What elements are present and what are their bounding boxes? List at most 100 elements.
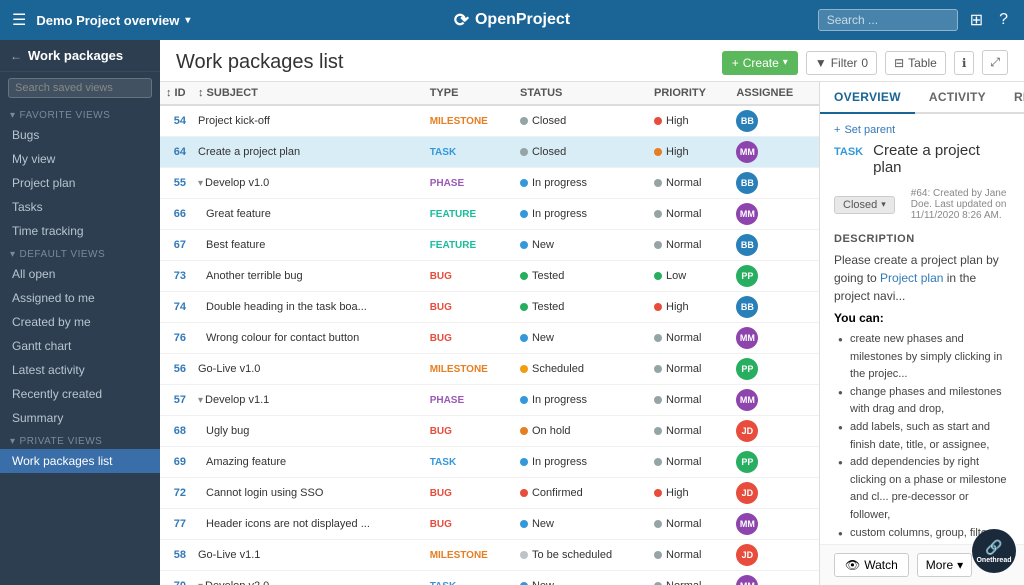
table-button[interactable]: ⊟ Table [885, 51, 946, 75]
table-row[interactable]: 58 Go-Live v1.1 MILESTONE To be schedule… [160, 540, 819, 571]
default-views-section[interactable]: ▾ Default views [0, 243, 160, 262]
row-id[interactable]: 70 [160, 571, 192, 585]
table-row[interactable]: 55 ▾Develop v1.0 PHASE In progress Norma… [160, 168, 819, 199]
sidebar-item-assigned-to-me[interactable]: Assigned to me [0, 286, 160, 310]
openproject-logo: ⟳ OpenProject [454, 10, 570, 31]
sidebar-back-button[interactable]: ← Work packages [0, 40, 160, 72]
row-id[interactable]: 69 [160, 447, 192, 478]
row-id[interactable]: 76 [160, 323, 192, 354]
detail-content: Set parent TASK Create a project plan Cl… [820, 114, 1024, 585]
apps-icon[interactable]: ⊞ [966, 8, 987, 32]
row-id[interactable]: 58 [160, 540, 192, 571]
sidebar-item-all-open[interactable]: All open [0, 262, 160, 286]
set-parent-button[interactable]: Set parent [834, 124, 1010, 136]
status-tag[interactable]: Closed ▾ [834, 196, 895, 214]
col-header-id[interactable]: ↕ ID [160, 82, 192, 105]
sidebar-item-my-view[interactable]: My view [0, 147, 160, 171]
more-button[interactable]: More ▾ [917, 553, 972, 577]
sidebar-item-summary[interactable]: Summary [0, 406, 160, 430]
sort-icon: ↕ [166, 87, 172, 99]
table-row[interactable]: 66 Great feature FEATURE In progress Nor… [160, 199, 819, 230]
col-header-type[interactable]: TYPE [424, 82, 514, 105]
filter-icon: ▼ [815, 56, 827, 70]
row-id[interactable]: 73 [160, 261, 192, 292]
table-row[interactable]: 68 Ugly bug BUG On hold Normal JD [160, 416, 819, 447]
expand-button[interactable]: ⤢ [982, 50, 1008, 75]
collapse-icon[interactable]: ▾ [198, 395, 203, 406]
col-header-assignee[interactable]: ASSIGNEE [730, 82, 819, 105]
row-subject: Amazing feature [192, 447, 424, 478]
sidebar-item-created-by-me[interactable]: Created by me [0, 310, 160, 334]
filter-button[interactable]: ▼ Filter 0 [806, 51, 877, 75]
row-priority: High [648, 137, 730, 168]
row-id[interactable]: 67 [160, 230, 192, 261]
global-search-input[interactable] [818, 9, 958, 31]
sidebar-item-work-packages-list[interactable]: Work packages list [0, 449, 160, 473]
sidebar-item-gantt-chart[interactable]: Gantt chart [0, 334, 160, 358]
table-row[interactable]: 64 Create a project plan TASK Closed Hig… [160, 137, 819, 168]
private-views-section[interactable]: ▾ Private views [0, 430, 160, 449]
tab-activity[interactable]: ACTIVITY [915, 82, 1000, 114]
row-id[interactable]: 77 [160, 509, 192, 540]
col-header-subject[interactable]: ↕ SUBJECT [192, 82, 424, 105]
sidebar-item-time-tracking[interactable]: Time tracking [0, 219, 160, 243]
table-row[interactable]: 67 Best feature FEATURE New Normal BB [160, 230, 819, 261]
row-id[interactable]: 54 [160, 105, 192, 137]
table-row[interactable]: 77 Header icons are not displayed ... BU… [160, 509, 819, 540]
table-row[interactable]: 69 Amazing feature TASK In progress Norm… [160, 447, 819, 478]
table-row[interactable]: 70 ▾Develop v2.0 TASK New Normal MM [160, 571, 819, 585]
sidebar-item-project-plan[interactable]: Project plan [0, 171, 160, 195]
table-row[interactable]: 54 Project kick-off MILESTONE Closed Hig… [160, 105, 819, 137]
plus-icon: + [732, 56, 739, 70]
row-id[interactable]: 72 [160, 478, 192, 509]
row-id[interactable]: 66 [160, 199, 192, 230]
eye-icon: 👁 [845, 558, 860, 572]
project-plan-link[interactable]: Project plan [880, 271, 943, 285]
row-type: BUG [424, 478, 514, 509]
info-button[interactable]: ℹ [954, 51, 975, 75]
table-row[interactable]: 74 Double heading in the task boa... BUG… [160, 292, 819, 323]
collapse-icon[interactable]: ▾ [198, 581, 203, 585]
row-id[interactable]: 57 [160, 385, 192, 416]
row-type: BUG [424, 323, 514, 354]
row-priority: Normal [648, 416, 730, 447]
create-button[interactable]: + Create ▾ [722, 51, 798, 75]
table-row[interactable]: 72 Cannot login using SSO BUG Confirmed … [160, 478, 819, 509]
row-type: FEATURE [424, 199, 514, 230]
row-status: Scheduled [514, 354, 648, 385]
help-icon[interactable]: ? [995, 9, 1012, 31]
row-subject: Another terrible bug [192, 261, 424, 292]
row-id[interactable]: 55 [160, 168, 192, 199]
sidebar-item-bugs[interactable]: Bugs [0, 123, 160, 147]
row-subject: Go-Live v1.0 [192, 354, 424, 385]
table-row[interactable]: 56 Go-Live v1.0 MILESTONE Scheduled Norm… [160, 354, 819, 385]
watch-button[interactable]: 👁 Watch [834, 553, 909, 577]
row-id[interactable]: 74 [160, 292, 192, 323]
row-assignee: MM [730, 571, 819, 585]
project-title[interactable]: Demo Project overview ▾ [36, 13, 190, 28]
favorite-views-section[interactable]: ▾ Favorite views [0, 104, 160, 123]
collapse-icon[interactable]: ▾ [198, 178, 203, 189]
row-id[interactable]: 68 [160, 416, 192, 447]
table-row[interactable]: 76 Wrong colour for contact button BUG N… [160, 323, 819, 354]
sidebar-item-tasks[interactable]: Tasks [0, 195, 160, 219]
sidebar-item-recently-created[interactable]: Recently created [0, 382, 160, 406]
sidebar-item-latest-activity[interactable]: Latest activity [0, 358, 160, 382]
tab-overview[interactable]: OVERVIEW [820, 82, 915, 114]
hamburger-icon[interactable]: ☰ [12, 10, 26, 30]
row-status: New [514, 509, 648, 540]
onethread-badge[interactable]: 🔗 Onethread [972, 529, 1016, 573]
row-status: Confirmed [514, 478, 648, 509]
sidebar-search-input[interactable] [8, 78, 152, 98]
main-layout: ← Work packages ▾ Favorite views Bugs My… [0, 40, 1024, 585]
tab-relations[interactable]: RELATIONS [1000, 82, 1024, 114]
row-subject: Wrong colour for contact button [192, 323, 424, 354]
row-priority: Normal [648, 230, 730, 261]
row-assignee: MM [730, 137, 819, 168]
table-row[interactable]: 57 ▾Develop v1.1 PHASE In progress Norma… [160, 385, 819, 416]
row-id[interactable]: 64 [160, 137, 192, 168]
col-header-status[interactable]: STATUS [514, 82, 648, 105]
col-header-priority[interactable]: PRIORITY [648, 82, 730, 105]
row-id[interactable]: 56 [160, 354, 192, 385]
table-row[interactable]: 73 Another terrible bug BUG Tested Low P… [160, 261, 819, 292]
